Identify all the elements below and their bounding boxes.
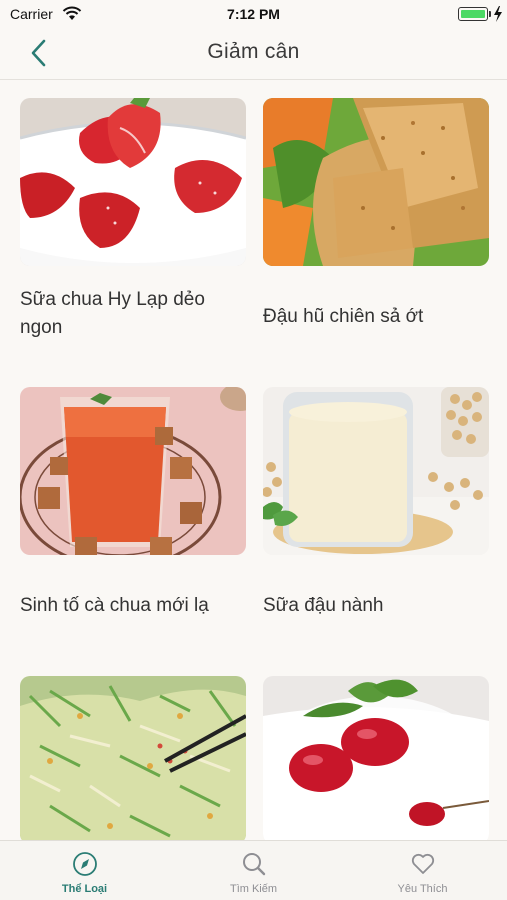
charging-icon — [494, 6, 502, 22]
recipe-image — [20, 387, 246, 555]
tab-bar: Thể Loại Tìm Kiếm Yêu Thích — [0, 840, 507, 900]
navigation-bar: Giảm cân — [0, 30, 507, 80]
recipe-image — [263, 98, 489, 266]
recipe-title: Đậu hũ chiên sả ớt — [263, 306, 424, 327]
tab-label: Tìm Kiếm — [229, 883, 278, 895]
recipe-image — [20, 676, 246, 840]
tab-label: Thể Loại — [61, 883, 108, 895]
heart-icon — [411, 853, 435, 874]
recipe-image — [263, 387, 489, 555]
tab-search[interactable]: Tìm Kiếm — [169, 841, 338, 900]
recipe-image — [263, 676, 489, 840]
tab-label: Yêu Thích — [397, 883, 448, 895]
recipe-title: Sữa chua Hy Lạp dẻo ngon — [20, 289, 205, 338]
recipe-title: Sinh tố cà chua mới lạ — [20, 595, 209, 616]
search-icon — [243, 853, 266, 876]
recipe-title: Sữa đậu nành — [263, 595, 384, 616]
page-title: Giảm cân — [207, 40, 300, 63]
tab-favorites[interactable]: Yêu Thích — [338, 841, 507, 900]
recipe-image — [20, 98, 246, 266]
tab-categories[interactable]: Thể Loại — [0, 841, 169, 900]
battery-tip — [489, 11, 491, 17]
battery-icon — [458, 7, 488, 21]
recipe-grid: Sữa chua Hy Lạp dẻo ngon Đậu hũ chiên sả… — [0, 81, 507, 840]
clock-label: 7:12 PM — [227, 6, 280, 22]
status-bar: Carrier 7:12 PM — [0, 0, 507, 30]
compass-icon — [73, 852, 97, 876]
